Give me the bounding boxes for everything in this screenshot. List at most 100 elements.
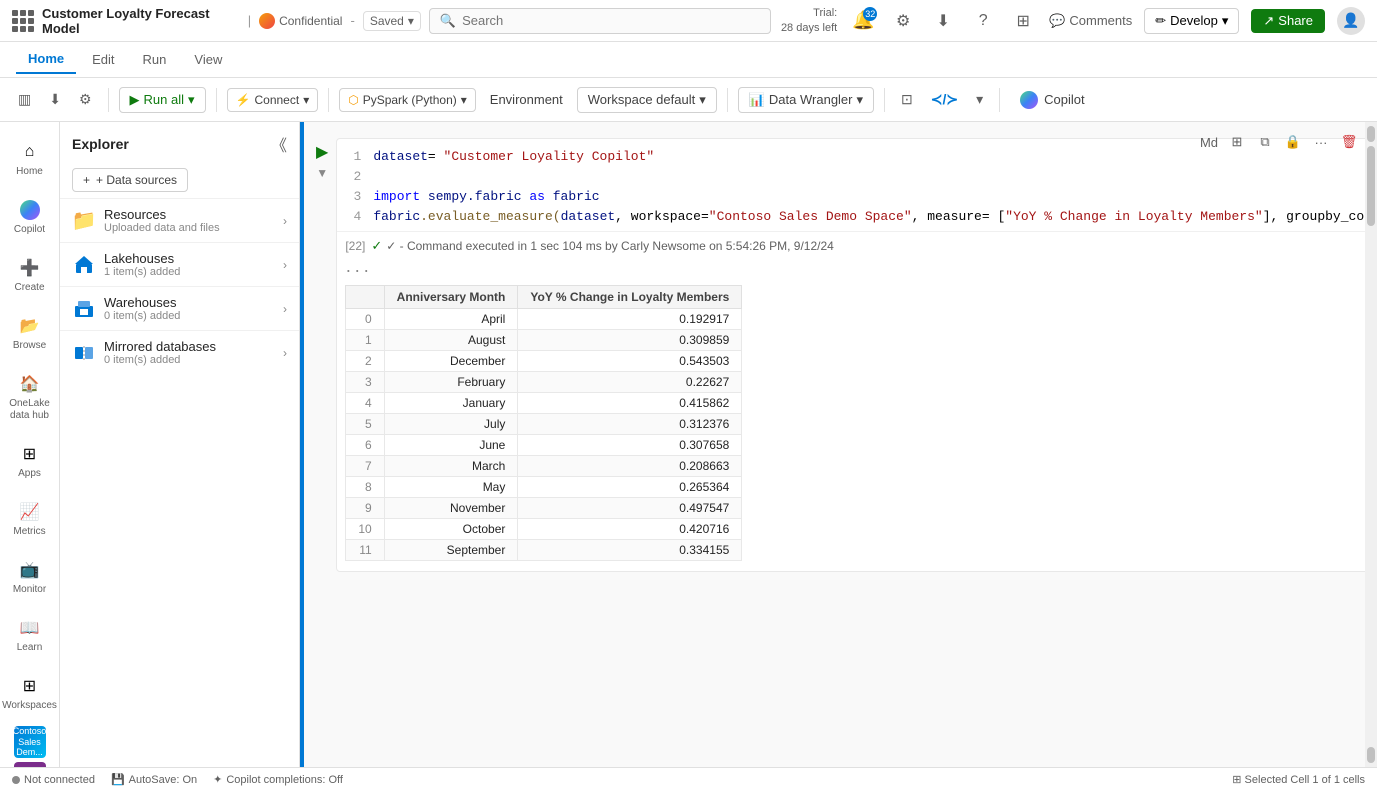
sidebar-item-onelake[interactable]: 🏠 OneLake data hub — [2, 364, 58, 430]
tab-run[interactable]: Run — [131, 46, 179, 73]
comments-icon: 💬 — [1049, 13, 1065, 29]
settings-button[interactable]: ⚙ — [889, 7, 917, 35]
notebook-toolbar-delete[interactable]: 🗑 — [1337, 130, 1361, 154]
sidebar-item-workspaces[interactable]: ⊞ Workspaces — [2, 666, 58, 720]
separator-2 — [216, 88, 217, 112]
saved-badge[interactable]: Saved ▾ — [363, 11, 421, 31]
sidebar-item-copilot[interactable]: Copilot — [2, 190, 58, 244]
tab-view[interactable]: View — [182, 46, 234, 73]
section-lakehouses-item[interactable]: Lakehouses 1 item(s) added › — [60, 243, 299, 286]
sidebar-item-create[interactable]: ➕ Create — [2, 248, 58, 302]
cell-value: 0.208663 — [518, 456, 742, 477]
connect-button[interactable]: ⚡ Connect ▾ — [227, 88, 319, 112]
resources-name: Resources — [104, 207, 275, 222]
separator-5 — [884, 88, 885, 112]
vs-chevron[interactable]: ▾ — [970, 87, 989, 112]
connect-chevron: ▾ — [303, 93, 309, 107]
sidebar-item-monitor[interactable]: 📺 Monitor — [2, 550, 58, 604]
pyspark-chevron: ▾ — [461, 93, 467, 107]
vscode-icon[interactable]: ≺/≻ — [925, 87, 964, 112]
user-avatar[interactable]: 👤 — [1337, 7, 1365, 35]
autosave-status[interactable]: 💾 AutoSave: On — [111, 773, 197, 786]
cell-index: 1 — [346, 330, 384, 351]
lakehouses-chevron: › — [283, 258, 287, 272]
cell-month: July — [384, 414, 518, 435]
trial-info: Trial: 28 days left — [781, 6, 837, 35]
cell-run-button[interactable]: ▶ — [316, 142, 328, 162]
app-grid-icon[interactable] — [12, 10, 34, 32]
develop-button[interactable]: ✏ Develop ▾ — [1144, 8, 1239, 34]
scrollbar-thumb — [1367, 146, 1375, 226]
resources-chevron: › — [283, 214, 287, 228]
sidebar-item-apps[interactable]: ⊞ Apps — [2, 434, 58, 488]
search-box[interactable]: 🔍 — [429, 8, 771, 34]
cell-output: [22] ✓ ✓ - Command executed in 1 sec 104… — [337, 231, 1377, 571]
add-sources-label: + Data sources — [96, 173, 177, 187]
notif-count: 32 — [863, 7, 877, 21]
output-dots[interactable]: ··· — [345, 260, 1377, 281]
cell-expand-button[interactable]: ▼ — [316, 166, 328, 180]
copilot-status[interactable]: ✦ Copilot completions: Off — [213, 773, 343, 786]
workspace-button[interactable]: Workspace default ▾ — [577, 87, 717, 113]
sidebar-item-learn[interactable]: 📖 Learn — [2, 608, 58, 662]
sidebar-item-metrics[interactable]: 📈 Metrics — [2, 492, 58, 546]
window-icon[interactable]: ⊡ — [895, 87, 919, 112]
section-warehouses-item[interactable]: Warehouses 0 item(s) added › — [60, 287, 299, 330]
table-row: 6 June 0.307658 — [346, 435, 742, 456]
line-num-1: 1 — [337, 147, 373, 167]
code-token: sempy.fabric — [420, 189, 529, 204]
download-button[interactable]: ⬇ — [929, 7, 957, 35]
run-icon: ▶ — [130, 92, 140, 108]
separator-3 — [328, 88, 329, 112]
cell-index: 11 — [346, 540, 384, 561]
comments-button[interactable]: 💬 Comments — [1049, 13, 1132, 29]
notebook-toolbar-lock[interactable]: 🔒 — [1281, 130, 1305, 154]
sidebar-onelake-label: OneLake data hub — [6, 398, 54, 422]
not-connected-status[interactable]: Not connected — [12, 774, 95, 786]
data-wrangler-button[interactable]: 📊 Data Wrangler ▾ — [738, 87, 874, 113]
help-button[interactable]: ? — [969, 7, 997, 35]
scrollbar[interactable] — [1365, 122, 1377, 767]
cell-value: 0.265364 — [518, 477, 742, 498]
add-data-sources-button[interactable]: + + Data sources — [72, 168, 188, 192]
separator-6 — [999, 88, 1000, 112]
notebook-toolbar-table[interactable]: ⊞ — [1225, 130, 1249, 154]
section-resources-item[interactable]: 📁 Resources Uploaded data and files › — [60, 199, 299, 242]
share-link-button[interactable]: ⊞ — [1009, 7, 1037, 35]
copilot-button[interactable]: Copilot — [1010, 87, 1094, 113]
cell-index: 8 — [346, 477, 384, 498]
pyspark-button[interactable]: ⬡ PySpark (Python) ▾ — [339, 88, 476, 112]
sidebar-create-label: Create — [14, 282, 44, 294]
cell-value: 0.334155 — [518, 540, 742, 561]
notebook-toolbar-copy[interactable]: ⧉ — [1253, 130, 1277, 154]
search-input[interactable] — [462, 13, 760, 28]
explorer-collapse-button[interactable]: 《 — [271, 132, 287, 156]
add-cell-icon[interactable]: ▥ — [12, 87, 37, 112]
create-icon: ➕ — [18, 256, 42, 280]
tab-edit[interactable]: Edit — [80, 46, 126, 73]
sidebar-item-browse[interactable]: 📂 Browse — [2, 306, 58, 360]
cell-index: 2 — [346, 351, 384, 372]
notebook-toolbar-more[interactable]: ··· — [1309, 130, 1333, 154]
mirrored-chevron: › — [283, 346, 287, 360]
contoso-avatar[interactable]: ContosoSales Dem... — [14, 726, 46, 758]
mirrored-info: Mirrored databases 0 item(s) added — [104, 339, 275, 366]
table-row: 11 September 0.334155 — [346, 540, 742, 561]
notebook-toolbar-md[interactable]: Md — [1197, 130, 1221, 154]
pyspark-icon: ⬡ — [348, 93, 358, 107]
separator-1 — [108, 88, 109, 112]
cell-controls: ▶ ▼ — [316, 138, 328, 180]
cell-month: September — [384, 540, 518, 561]
notifications-button[interactable]: 🔔 32 — [849, 7, 877, 35]
download-cell-icon[interactable]: ⬇ — [43, 87, 67, 112]
line-content-4: fabric.evaluate_measure(dataset, workspa… — [373, 207, 1377, 227]
run-all-button[interactable]: ▶ Run all ▾ — [119, 87, 206, 113]
settings-cell-icon[interactable]: ⚙ — [73, 87, 98, 112]
section-mirrored-item[interactable]: Mirrored databases 0 item(s) added › — [60, 331, 299, 374]
sidebar-item-home[interactable]: ⌂ Home — [2, 132, 58, 186]
share-button[interactable]: ↗ Share — [1251, 9, 1325, 33]
tab-home[interactable]: Home — [16, 45, 76, 74]
home-icon: ⌂ — [18, 140, 42, 164]
cell-value: 0.312376 — [518, 414, 742, 435]
explorer-section-lakehouses: Lakehouses 1 item(s) added › — [60, 242, 299, 286]
